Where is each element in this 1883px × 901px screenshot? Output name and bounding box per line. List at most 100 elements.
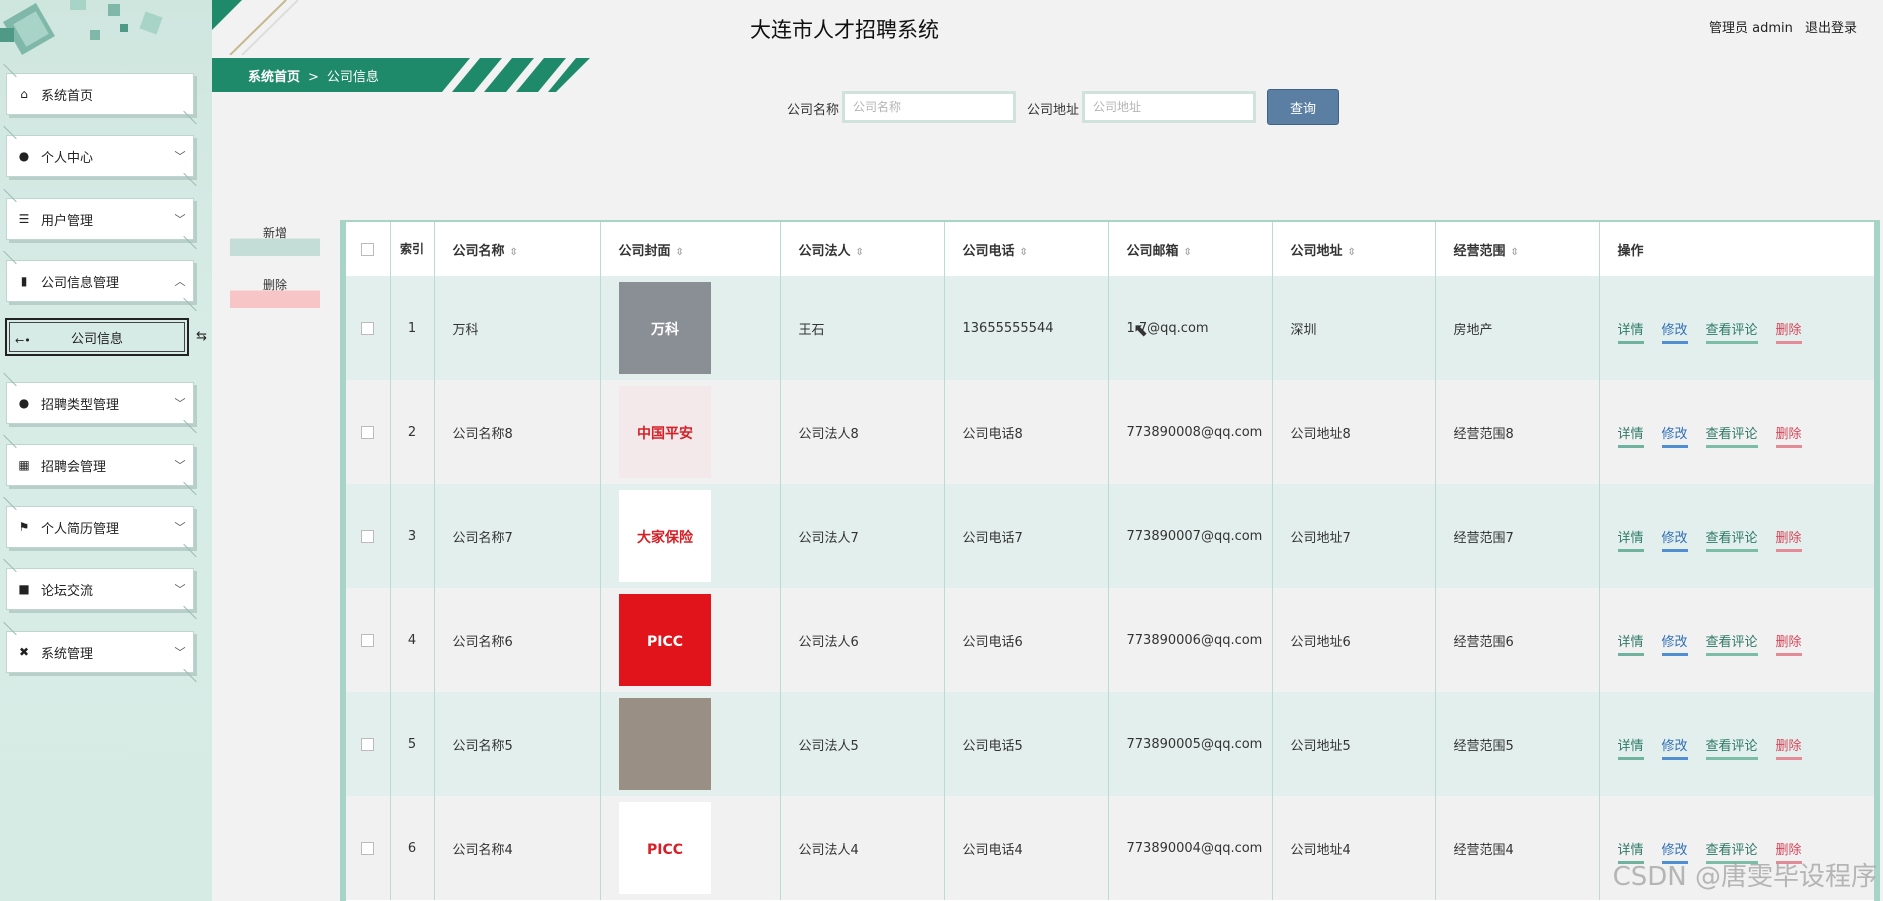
bar-chart-icon: ▮ (20, 274, 28, 288)
row-checkbox[interactable] (361, 841, 375, 855)
cell-name: 公司名称4 (434, 796, 601, 900)
grid-icon: ▦ (18, 458, 30, 472)
breadcrumb-home[interactable]: 系统首页 (248, 70, 300, 85)
search-button[interactable]: 查询 (1267, 89, 1339, 125)
view-comments-link[interactable]: 查看评论 (1705, 322, 1758, 344)
row-checkbox[interactable] (361, 633, 375, 647)
edit-link[interactable]: 修改 (1661, 322, 1688, 344)
edit-link[interactable]: 修改 (1661, 530, 1688, 552)
chevron-down-icon: ﹀ (174, 583, 186, 596)
header-address[interactable]: 公司地址 ⇳ (1272, 222, 1436, 276)
company-address-input[interactable] (1082, 91, 1256, 123)
select-all-cell (346, 222, 391, 276)
edit-link[interactable]: 修改 (1661, 738, 1688, 760)
arrow-right-icon: ⇆ (196, 329, 207, 344)
company-address-label: 公司地址 (1027, 103, 1080, 118)
cell-legal: 公司法人5 (780, 692, 945, 796)
view-comments-link[interactable]: 查看评论 (1705, 738, 1758, 760)
delete-button[interactable]: 删除 (230, 276, 320, 308)
cell-cover: 万科 (600, 276, 781, 380)
edit-link[interactable]: 修改 (1661, 426, 1688, 448)
person-icon: ● (18, 396, 30, 410)
sidebar-item-forum[interactable]: ■ 论坛交流 ﹀ (6, 568, 194, 610)
cell-phone: 公司电话4 (944, 796, 1109, 900)
header-name[interactable]: 公司名称 ⇳ (434, 222, 601, 276)
add-button[interactable]: 新增 (230, 224, 320, 256)
company-cover-image: 万科 (618, 282, 711, 374)
view-comments-link[interactable]: 查看评论 (1705, 530, 1758, 552)
delete-link[interactable]: 删除 (1775, 322, 1802, 344)
row-select-cell (346, 692, 391, 796)
sidebar-item-label: 论坛交流 (41, 583, 94, 599)
view-comments-link[interactable]: 查看评论 (1705, 426, 1758, 448)
delete-link[interactable]: 删除 (1775, 634, 1802, 656)
row-checkbox[interactable] (361, 321, 375, 335)
detail-link[interactable]: 详情 (1617, 530, 1644, 552)
cell-email: 773890006@qq.com (1108, 588, 1273, 692)
header-email[interactable]: 公司邮箱 ⇳ (1108, 222, 1273, 276)
cover-caption: PICC (646, 634, 682, 650)
delete-link[interactable]: 删除 (1775, 426, 1802, 448)
sidebar-item-label: 用户管理 (41, 213, 94, 229)
cell-email: 773890004@qq.com (1108, 796, 1273, 900)
row-checkbox[interactable] (361, 425, 375, 439)
company-cover-image: 大家保险 (618, 490, 711, 582)
header-legal[interactable]: 公司法人 ⇳ (780, 222, 945, 276)
cell-scope: 经营范围6 (1435, 588, 1600, 692)
sort-icon: ⇳ (1019, 246, 1028, 258)
cell-index: 4 (390, 588, 435, 692)
mouse-cursor-icon: ⬉ (1133, 320, 1149, 341)
cover-caption: 万科 (650, 321, 679, 338)
select-all-checkbox[interactable] (361, 242, 375, 256)
sidebar-item-resume[interactable]: ⚑ 个人简历管理 ﹀ (6, 506, 194, 548)
header-cover-label: 公司封面 (618, 243, 671, 259)
page-title: 大连市人才招聘系统 (750, 18, 939, 42)
header-phone[interactable]: 公司电话 ⇳ (944, 222, 1109, 276)
header-scope[interactable]: 经营范围 ⇳ (1435, 222, 1600, 276)
cell-ops: 详情 修改 查看评论 删除 (1599, 588, 1874, 692)
row-checkbox[interactable] (361, 529, 375, 543)
detail-link[interactable]: 详情 (1617, 738, 1644, 760)
delete-button-label: 删除 (262, 277, 287, 292)
company-cover-image: PICC (618, 594, 711, 686)
sidebar-subitem-company-info[interactable]: ←• 公司信息 ⇆ (5, 318, 207, 356)
detail-link[interactable]: 详情 (1617, 322, 1644, 344)
cell-name: 万科 (434, 276, 601, 380)
cell-scope: 经营范围8 (1435, 380, 1600, 484)
view-comments-link[interactable]: 查看评论 (1705, 634, 1758, 656)
sidebar-item-recruit-type[interactable]: ● 招聘类型管理 ﹀ (6, 382, 194, 424)
logout-link[interactable]: 退出登录 (1805, 21, 1857, 36)
sidebar-item-system[interactable]: ✖ 系统管理 ﹀ (6, 631, 194, 673)
cell-phone: 公司电话5 (944, 692, 1109, 796)
cell-ops: 详情 修改 查看评论 删除 (1599, 276, 1874, 380)
row-checkbox[interactable] (361, 737, 375, 751)
cell-name: 公司名称5 (434, 692, 601, 796)
cell-address: 公司地址8 (1272, 380, 1436, 484)
sidebar-item-home[interactable]: ⌂ 系统首页 (6, 73, 194, 115)
delete-link[interactable]: 删除 (1775, 530, 1802, 552)
chevron-down-icon: ﹀ (174, 150, 186, 163)
sidebar-item-profile[interactable]: ● 个人中心 ﹀ (6, 135, 194, 177)
sidebar-item-users[interactable]: ☰ 用户管理 ﹀ (6, 198, 194, 240)
sidebar: ⌂ 系统首页 ● 个人中心 ﹀ ☰ 用户管理 ﹀ ▮ 公司信息管理 ︿ ←• 公… (0, 0, 212, 901)
user-label: 管理员 admin (1708, 21, 1793, 36)
user-area: 管理员 admin 退出登录 (1701, 17, 1857, 36)
edit-link[interactable]: 修改 (1661, 634, 1688, 656)
cover-caption: 大家保险 (637, 529, 694, 546)
cell-index: 3 (390, 484, 435, 588)
detail-link[interactable]: 详情 (1617, 426, 1644, 448)
header-cover[interactable]: 公司封面 ⇳ (600, 222, 781, 276)
chevron-down-icon: ﹀ (174, 521, 186, 534)
delete-link[interactable]: 删除 (1775, 738, 1802, 760)
sidebar-item-company[interactable]: ▮ 公司信息管理 ︿ (6, 260, 194, 302)
header-email-label: 公司邮箱 (1126, 243, 1179, 259)
cell-scope: 经营范围4 (1435, 796, 1600, 900)
sidebar-item-job-fair[interactable]: ▦ 招聘会管理 ﹀ (6, 444, 194, 486)
detail-link[interactable]: 详情 (1617, 634, 1644, 656)
cover-caption: PICC (646, 842, 682, 858)
table-row: 3 公司名称7 大家保险 公司法人7 公司电话7 773890007@qq.com 公司地址… (346, 484, 1874, 588)
cell-cover: PICC (600, 796, 781, 900)
sidebar-item-label: 系统首页 (41, 88, 94, 104)
watermark: CSDN @唐雯毕设程序 (1612, 862, 1877, 892)
company-name-input[interactable] (842, 91, 1016, 123)
